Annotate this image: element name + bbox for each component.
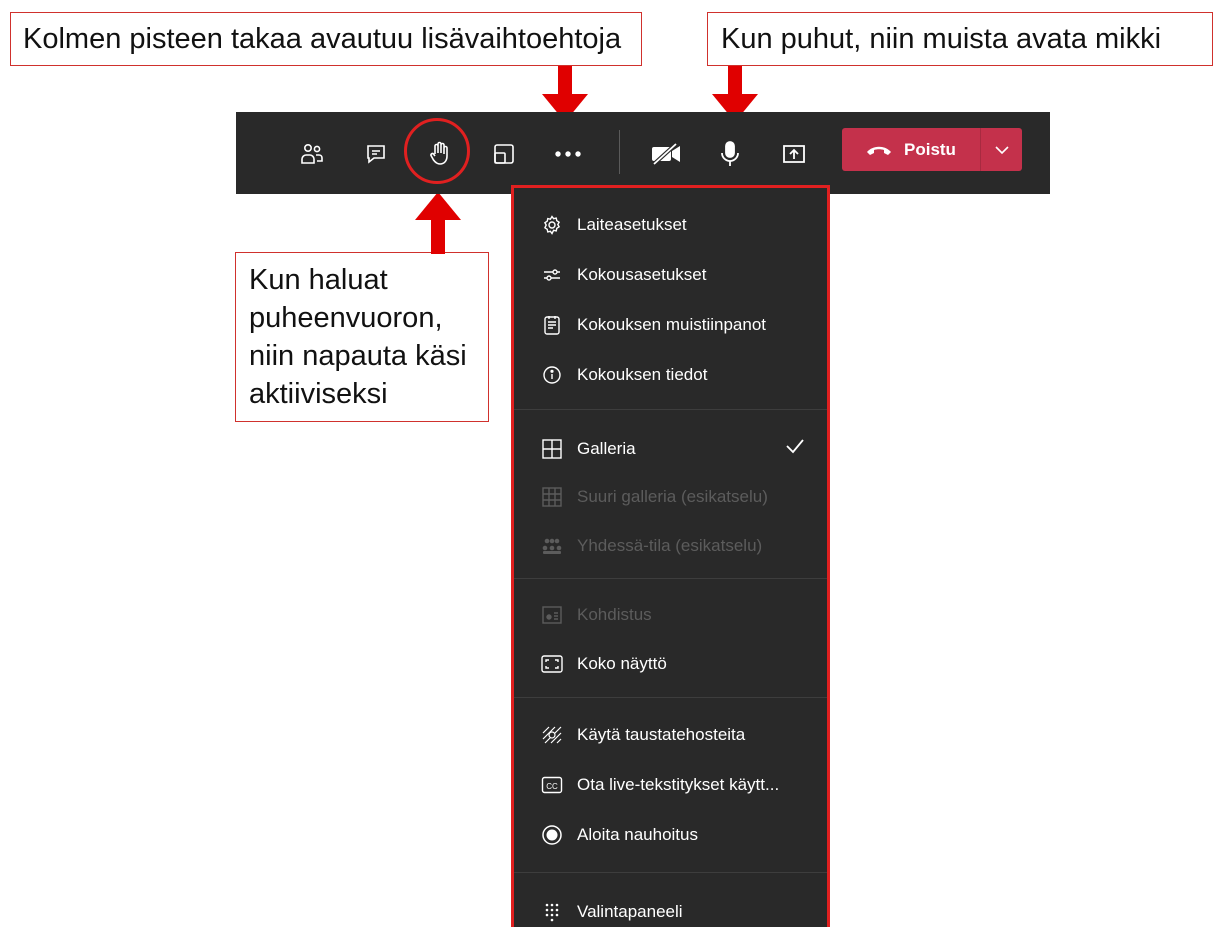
callout-raise-hand: Kun haluat puheenvuoron, niin napauta kä… [235,252,489,422]
menu-item-meeting-settings[interactable]: Kokousasetukset [541,260,817,290]
fullscreen-icon [541,653,563,675]
menu-separator [514,578,827,579]
background-effects-icon [541,724,563,746]
meeting-toolbar: Poistu [236,112,1050,194]
callout-hand-line: niin napauta käsi [249,340,467,372]
camera-off-icon[interactable] [646,134,686,174]
menu-separator [514,697,827,698]
menu-item-label: Galleria [577,439,636,458]
toolbar-divider [619,130,620,174]
menu-item-start-recording[interactable]: Aloita nauhoitus [541,820,817,850]
menu-item-background-effects[interactable]: Käytä taustatehosteita [541,720,817,750]
menu-separator [514,409,827,410]
callout-more-text: Kolmen pisteen takaa avautuu lisävaihtoe… [23,23,622,55]
menu-item-label: Kokousasetukset [577,265,707,284]
menu-item-label: Kohdistus [577,605,652,624]
captions-icon: CC [541,774,563,796]
rooms-icon[interactable] [484,134,524,174]
menu-item-device-settings[interactable]: Laiteasetukset [541,210,817,240]
focus-icon [541,604,563,626]
more-options-menu: Laiteasetukset Kokousasetukset Kokouksen… [511,185,830,927]
leave-label: Poistu [904,139,956,159]
callout-more-options: Kolmen pisteen takaa avautuu lisävaihtoe… [10,12,642,66]
leave-button[interactable]: Poistu [842,128,1022,171]
menu-item-label: Kokouksen muistiinpanot [577,315,767,334]
raise-hand-icon[interactable] [420,134,460,174]
callout-mic-text: Kun puhut, niin muista avata mikki [721,23,1162,55]
notes-icon [541,314,563,336]
checkmark-icon [786,439,804,454]
record-icon [541,824,563,846]
menu-item-gallery[interactable]: Galleria [541,434,817,464]
leave-dropdown-chevron-icon[interactable] [981,128,1022,171]
gear-icon [541,214,563,236]
menu-item-label: Koko näyttö [577,654,667,673]
menu-item-label: Yhdessä-tila (esikatselu) [577,536,763,555]
svg-text:CC: CC [546,782,558,791]
hang-up-icon [867,146,891,155]
menu-item-live-captions[interactable]: CC Ota live-tekstitykset käytt... [541,770,817,800]
participants-icon[interactable] [292,134,332,174]
menu-item-large-gallery: Suuri galleria (esikatselu) [541,482,817,512]
menu-item-together-mode: Yhdessä-tila (esikatselu) [541,531,817,561]
sliders-icon [541,264,563,286]
menu-item-label: Aloita nauhoitus [577,825,698,844]
share-icon[interactable] [774,134,814,174]
menu-item-focus: Kohdistus [541,600,817,630]
menu-item-dialpad[interactable]: Valintapaneeli [541,897,817,927]
dialpad-icon [541,901,563,923]
menu-item-label: Suuri galleria (esikatselu) [577,487,768,506]
menu-item-fullscreen[interactable]: Koko näyttö [541,649,817,679]
together-mode-icon [541,535,563,557]
callout-hand-line: aktiiviseksi [249,378,388,410]
menu-item-label: Ota live-tekstitykset käytt... [577,775,780,794]
gallery-icon [541,438,563,460]
microphone-icon[interactable] [710,134,750,174]
callout-microphone: Kun puhut, niin muista avata mikki [707,12,1213,66]
menu-item-label: Käytä taustatehosteita [577,725,746,744]
leave-main[interactable]: Poistu [842,128,980,171]
chat-icon[interactable] [356,134,396,174]
callout-hand-line: puheenvuoron, [249,302,443,334]
menu-separator [514,872,827,873]
menu-item-label: Valintapaneeli [577,902,683,921]
menu-item-label: Kokouksen tiedot [577,365,708,384]
arrow-up-hand [415,192,461,254]
menu-item-meeting-notes[interactable]: Kokouksen muistiinpanot [541,310,817,340]
info-icon [541,364,563,386]
menu-item-label: Laiteasetukset [577,215,687,234]
large-gallery-icon [541,486,563,508]
menu-item-meeting-info[interactable]: Kokouksen tiedot [541,360,817,390]
callout-hand-line: Kun haluat [249,264,388,296]
more-options-icon[interactable] [548,134,588,174]
